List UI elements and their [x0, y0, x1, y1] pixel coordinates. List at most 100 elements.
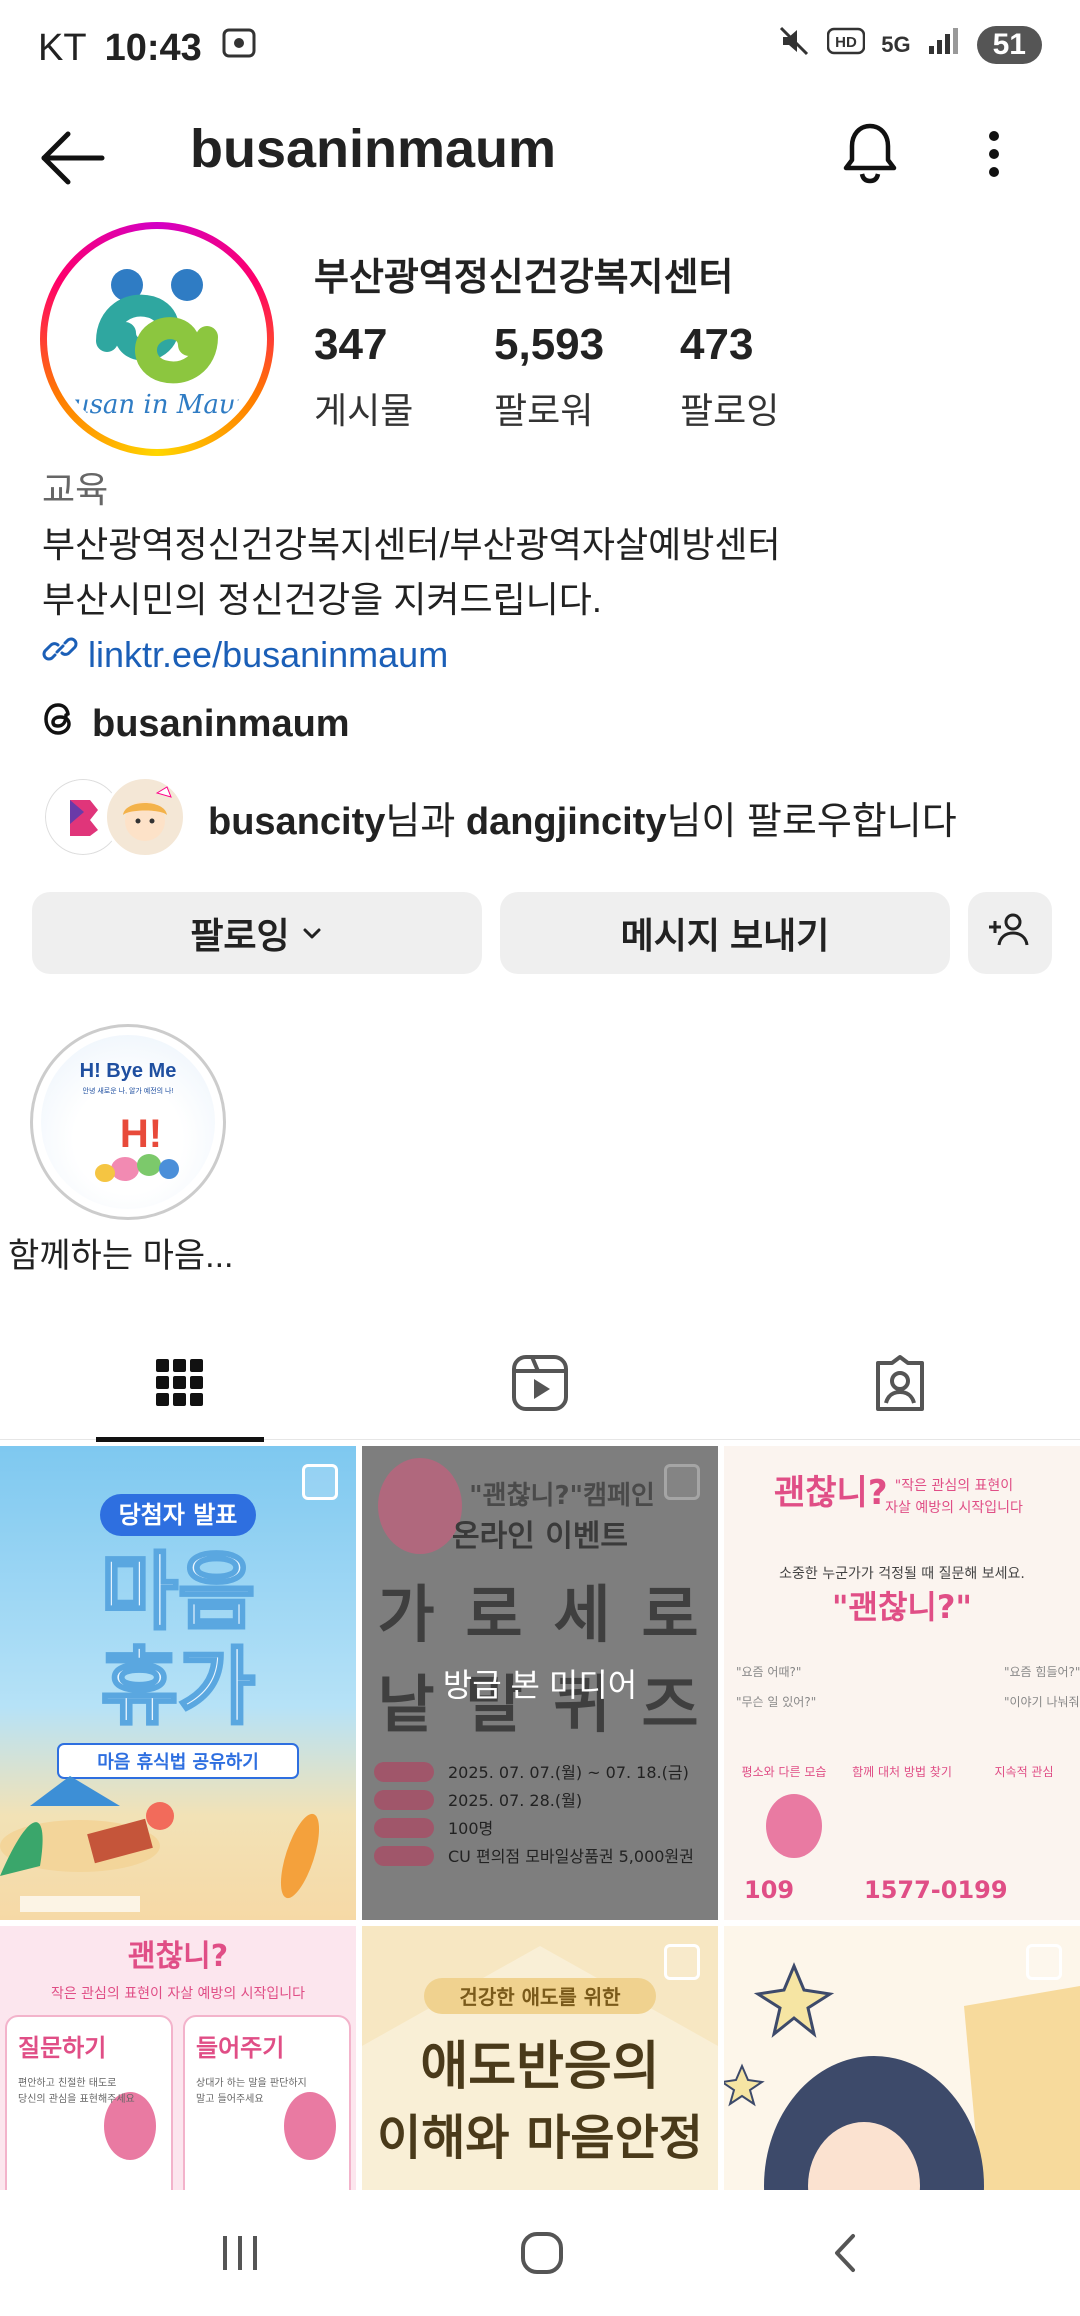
- svg-text:당신의 관심을 표현해주세요: 당신의 관심을 표현해주세요: [18, 2092, 135, 2105]
- tagged-person-icon: [870, 1353, 930, 1418]
- recent-apps-icon[interactable]: [200, 2220, 280, 2286]
- stat-following[interactable]: 473 팔로잉: [680, 320, 860, 434]
- svg-text:괜찮니?: 괜찮니?: [774, 1473, 888, 1513]
- mutual-followers[interactable]: busancity님과 dangjincity님이 팔로우합니다: [42, 776, 957, 858]
- following-count: 473: [680, 320, 754, 369]
- svg-text:H!: H!: [120, 1112, 162, 1156]
- svg-text:로: 로: [641, 1578, 698, 1651]
- highlight-label: 함께하는 마음...: [8, 1237, 234, 1275]
- svg-text:건강한 애도를 위한: 건강한 애도를 위한: [459, 1985, 621, 2009]
- notification-bell-icon[interactable]: [840, 120, 900, 184]
- svg-text:괜찮니?: 괜찮니?: [128, 1939, 228, 1974]
- stat-followers[interactable]: 5,593 팔로워: [494, 320, 680, 434]
- screenshot-icon: [220, 24, 258, 72]
- posts-label: 게시물: [314, 390, 414, 431]
- avatar-wordmark: Busan in Maum: [55, 390, 259, 420]
- multiple-images-icon: [664, 1464, 700, 1500]
- bio-link[interactable]: linktr.ee/busaninmaum: [42, 627, 781, 682]
- add-user-button[interactable]: [968, 892, 1052, 974]
- hd-icon: HD: [827, 26, 866, 63]
- svg-text:질문하기: 질문하기: [18, 2034, 106, 2062]
- tab-reels[interactable]: [360, 1330, 720, 1440]
- following-label: 팔로잉: [680, 390, 780, 431]
- svg-text:HD: HD: [835, 34, 857, 51]
- svg-text:"괜찮니?"캠페인: "괜찮니?"캠페인: [469, 1481, 655, 1511]
- status-bar: KT 10:43 HD 5G 51: [0, 0, 1080, 96]
- svg-text:안녕 새로운 나, 알가 예전의 나!: 안녕 새로운 나, 알가 예전의 나!: [83, 1086, 174, 1095]
- svg-text:마음: 마음: [101, 1543, 256, 1641]
- add-person-icon: [987, 909, 1033, 958]
- mute-icon: [777, 24, 811, 65]
- threads-badge[interactable]: busaninmaum: [42, 700, 350, 748]
- svg-text:상대가 하는 말을 판단하지: 상대가 하는 말을 판단하지: [196, 2076, 307, 2089]
- chevron-down-icon: [300, 912, 324, 954]
- mutual-avatar: [104, 776, 186, 858]
- back-arrow-icon[interactable]: [36, 128, 108, 188]
- svg-text:CU 편의점 모바일상품권 5,000원권: CU 편의점 모바일상품권 5,000원권: [448, 1847, 694, 1866]
- carrier-label: KT: [38, 26, 87, 69]
- svg-text:100명: 100명: [448, 1819, 493, 1838]
- svg-text:편안하고 친절한 태도로: 편안하고 친절한 태도로: [18, 2076, 116, 2089]
- post-thumbnail[interactable]: "괜찮니?"캠페인 온라인 이벤트 가로세로 낱말퀴즈 2025. 07. 07…: [362, 1446, 718, 1920]
- posts-count: 347: [314, 320, 388, 369]
- bio-line: 부산시민의 정신건강을 지켜드립니다.: [42, 579, 602, 620]
- message-button[interactable]: 메시지 보내기: [500, 892, 950, 974]
- multiple-images-icon: [664, 1944, 700, 1980]
- network-5g-icon: 5G: [881, 31, 911, 57]
- link-text: linktr.ee/busaninmaum: [88, 634, 449, 675]
- svg-text:2025. 07. 28.(월): 2025. 07. 28.(월): [448, 1791, 582, 1810]
- battery-indicator: 51: [976, 25, 1042, 64]
- link-icon: [42, 627, 78, 682]
- post-thumbnail[interactable]: 당첨자 발표 마음 휴가 마음 휴식법 공유하기: [0, 1446, 356, 1920]
- svg-text:소중한 누군가가 걱정될 때 질문해 보세요.: 소중한 누군가가 걱정될 때 질문해 보세요.: [779, 1566, 1025, 1582]
- following-button-label: 팔로잉: [190, 915, 290, 956]
- recently-viewed-overlay: 방금 본 미디어: [442, 1667, 638, 1703]
- svg-text:평소와 다른 모습: 평소와 다른 모습: [742, 1765, 827, 1779]
- svg-text:109: 109: [744, 1876, 794, 1904]
- clock: 10:43: [104, 26, 202, 69]
- mutual-followers-text: busancity님과 dangjincity님이 팔로우합니다: [208, 800, 957, 843]
- mutual-user: busancity: [208, 800, 386, 843]
- display-name: 부산광역정신건강복지센터: [314, 257, 734, 299]
- more-options-icon[interactable]: [974, 122, 1014, 186]
- svg-text:"요즘 힘들어?": "요즘 힘들어?": [1004, 1665, 1080, 1679]
- profile-tabs: [0, 1330, 1080, 1442]
- svg-text:"무슨 일 있어?": "무슨 일 있어?": [736, 1695, 816, 1709]
- profile-avatar[interactable]: Busan in Maum: [40, 222, 274, 456]
- svg-text:세: 세: [553, 1578, 610, 1651]
- svg-text:로: 로: [465, 1578, 522, 1651]
- post-thumbnail[interactable]: 괜찮니? "작은 관심의 표현이 자살 예방의 시작입니다 소중한 누군가가 걱…: [724, 1446, 1080, 1920]
- svg-text:"작은 관심의 표현이: "작은 관심의 표현이: [895, 1478, 1013, 1494]
- back-icon[interactable]: [806, 2220, 886, 2286]
- profile-header: busaninmaum: [0, 110, 1080, 200]
- page-title: busaninmaum: [190, 119, 557, 179]
- profile-actions: 팔로잉 메시지 보내기: [32, 892, 1052, 974]
- system-nav-bar: [0, 2190, 1080, 2316]
- story-highlight[interactable]: H! Bye Me 안녕 새로운 나, 알가 예전의 나! H!: [30, 1024, 226, 1220]
- svg-text:당첨자 발표: 당첨자 발표: [119, 1501, 238, 1529]
- threads-icon: [42, 700, 78, 748]
- svg-text:말고 들어주세요: 말고 들어주세요: [196, 2093, 264, 2105]
- multiple-images-icon: [1026, 1944, 1062, 1980]
- svg-text:2025. 07. 07.(월) ~ 07. 18.(금): 2025. 07. 07.(월) ~ 07. 18.(금): [448, 1763, 689, 1782]
- tab-posts[interactable]: [0, 1330, 360, 1442]
- avatar-logo: Busan in Maum: [55, 237, 259, 441]
- svg-text:휴가: 휴가: [101, 1638, 256, 1736]
- svg-text:"요즘 어때?": "요즘 어때?": [736, 1665, 801, 1679]
- svg-text:마음 휴식법 공유하기: 마음 휴식법 공유하기: [97, 1752, 259, 1773]
- multiple-images-icon: [302, 1464, 338, 1500]
- profile-stats: 347 게시물 5,593 팔로워 473 팔로잉: [314, 320, 860, 434]
- signal-icon: [927, 26, 961, 63]
- home-icon[interactable]: [502, 2220, 582, 2286]
- followers-count: 5,593: [494, 320, 605, 369]
- svg-text:자살 예방의 시작입니다: 자살 예방의 시작입니다: [885, 1500, 1023, 1516]
- svg-text:"괜찮니?": "괜찮니?": [832, 1588, 972, 1626]
- svg-text:작은 관심의 표현이 자살 예방의 시작입니다: 작은 관심의 표현이 자살 예방의 시작입니다: [51, 1986, 305, 2002]
- svg-text:1577-0199: 1577-0199: [864, 1876, 1008, 1904]
- tab-tagged[interactable]: [720, 1330, 1080, 1440]
- profile-bio: 교육 부산광역정신건강복지센터/부산광역자살예방센터 부산시민의 정신건강을 지…: [42, 462, 781, 682]
- following-button[interactable]: 팔로잉: [32, 892, 482, 974]
- svg-text:"이야기 나눠줘": "이야기 나눠줘": [1004, 1695, 1080, 1709]
- highlight-cover: H! Bye Me 안녕 새로운 나, 알가 예전의 나! H!: [41, 1035, 215, 1209]
- stat-posts[interactable]: 347 게시물: [314, 320, 494, 434]
